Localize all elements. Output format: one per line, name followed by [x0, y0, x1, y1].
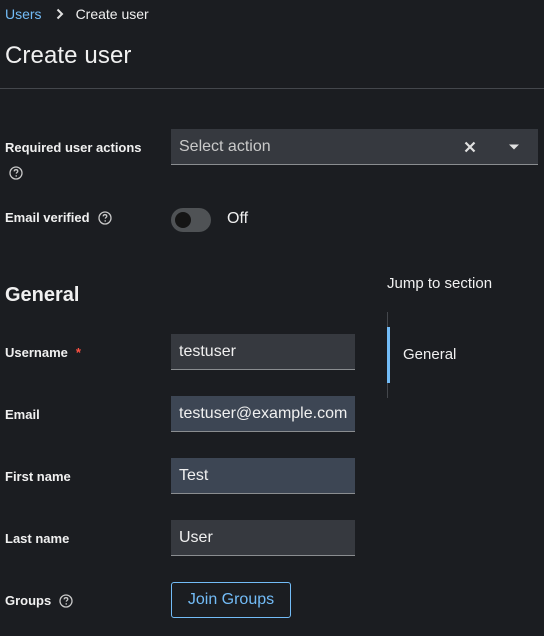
last-name-label: Last name: [5, 531, 69, 546]
help-icon[interactable]: [97, 210, 112, 225]
breadcrumb-current: Create user: [75, 6, 149, 22]
required-actions-label: Required user actions: [5, 140, 142, 155]
jump-link-general[interactable]: General: [403, 346, 456, 363]
caret-down-icon[interactable]: [490, 129, 538, 164]
breadcrumb-users-link[interactable]: Users: [5, 6, 42, 22]
email-label: Email: [5, 407, 40, 422]
help-icon[interactable]: [59, 593, 73, 608]
first-name-label-text: First name: [5, 469, 71, 484]
required-actions-label-text: Required user actions: [5, 140, 142, 155]
chevron-right-icon: [56, 8, 64, 20]
jump-nav-active-indicator: [387, 327, 390, 383]
email-verified-label-text: Email verified: [5, 210, 90, 225]
section-title-general: General: [5, 284, 80, 306]
first-name-field[interactable]: [171, 458, 355, 494]
email-verified-label: Email verified: [5, 210, 112, 225]
divider: [0, 88, 544, 89]
email-verified-state: Off: [227, 210, 249, 227]
email-field[interactable]: [171, 396, 355, 432]
jump-to-section-title: Jump to section: [387, 275, 493, 292]
required-actions-input[interactable]: [171, 129, 450, 164]
first-name-label: First name: [5, 469, 71, 484]
email-label-text: Email: [5, 407, 40, 422]
page-title: Create user: [5, 42, 132, 69]
create-user-page: Users Create user Create user Required u…: [0, 0, 544, 636]
email-verified-switch[interactable]: [171, 208, 211, 232]
required-indicator: *: [75, 345, 81, 360]
switch-knob: [175, 212, 191, 228]
last-name-label-text: Last name: [5, 531, 70, 546]
join-groups-button[interactable]: Join Groups: [171, 582, 291, 618]
help-icon[interactable]: [9, 166, 23, 180]
username-label-text: Username: [5, 345, 68, 360]
username-label: Username *: [5, 345, 81, 360]
close-icon[interactable]: [450, 129, 490, 164]
required-actions-select[interactable]: [171, 129, 538, 165]
groups-label-text: Groups: [5, 593, 52, 608]
username-field[interactable]: [171, 334, 355, 370]
last-name-field[interactable]: [171, 520, 355, 556]
groups-label: Groups: [5, 593, 73, 608]
breadcrumb: Users Create user: [5, 5, 149, 23]
